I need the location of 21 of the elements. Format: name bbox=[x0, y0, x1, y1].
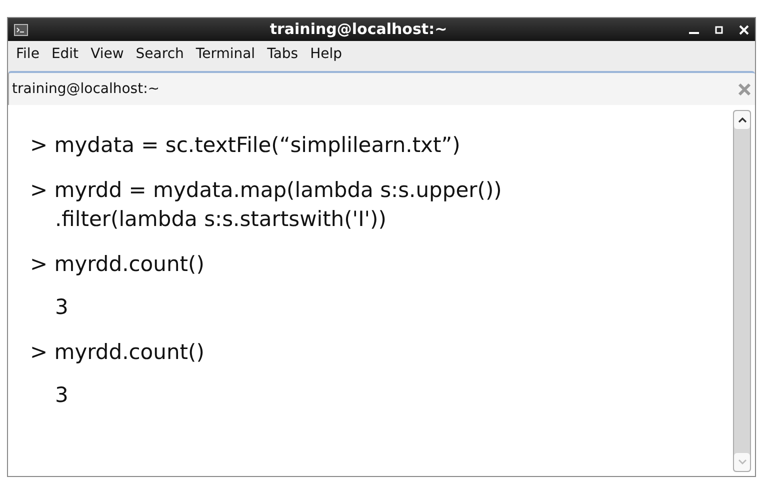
command-line: > myrdd.count() bbox=[30, 339, 206, 366]
command-line: .filter(lambda s:s.startswith('I')) bbox=[54, 206, 388, 233]
command-line: > myrdd.count() bbox=[30, 251, 206, 278]
menu-item[interactable]: Edit bbox=[45, 44, 85, 64]
menu-item[interactable]: Terminal bbox=[190, 44, 262, 64]
terminal-icon bbox=[14, 24, 28, 36]
menu-item[interactable]: Search bbox=[130, 44, 190, 64]
menu-item[interactable]: View bbox=[84, 44, 130, 64]
terminal-tab[interactable]: training@localhost:~ bbox=[8, 71, 755, 105]
command-line: > mydata = sc.textFile(“simplilearn.txt”) bbox=[30, 132, 462, 159]
menu-item[interactable]: File bbox=[10, 44, 46, 64]
scrollbar[interactable] bbox=[733, 110, 751, 472]
command-line: > myrdd = mydata.map(lambda s:s.upper()) bbox=[30, 177, 503, 204]
menu-item[interactable]: Help bbox=[304, 44, 348, 64]
maximize-icon[interactable] bbox=[715, 26, 723, 34]
tab-label: training@localhost:~ bbox=[12, 80, 161, 98]
menu-item[interactable]: Tabs bbox=[261, 44, 304, 64]
window-title: training@localhost:~ bbox=[268, 19, 448, 40]
scroll-up-icon[interactable] bbox=[738, 117, 746, 123]
output-line: 3 bbox=[54, 382, 70, 409]
output-line: 3 bbox=[54, 294, 70, 321]
